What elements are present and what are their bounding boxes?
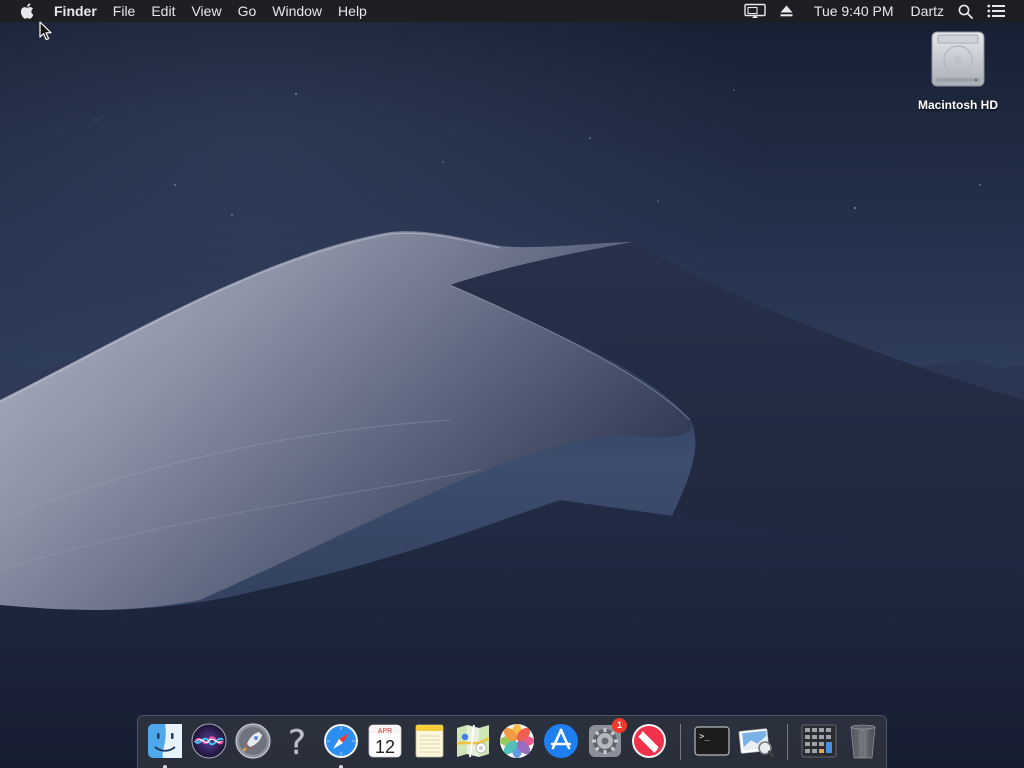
trash-icon <box>850 724 876 759</box>
menu-app-finder[interactable]: Finder <box>50 0 105 22</box>
terminal-icon: >_ <box>694 726 730 756</box>
menu-edit[interactable]: Edit <box>143 0 183 22</box>
dock-separator <box>680 724 681 760</box>
notification-badge: 1 <box>612 718 627 733</box>
desktop-icon-label: Macintosh HD <box>917 98 998 112</box>
calendar-month: APR <box>378 728 392 735</box>
dock-item-app-store[interactable] <box>539 719 583 763</box>
menu-file[interactable]: File <box>105 0 144 22</box>
dock-item-calendar[interactable]: APR 12 <box>363 719 407 763</box>
menu-bar-status-area: Tue 9:40 PM Dartz <box>737 0 1024 22</box>
siri-icon <box>191 723 227 759</box>
launchpad-rocket-icon <box>235 723 271 759</box>
menu-view[interactable]: View <box>183 0 229 22</box>
menu-bar: Finder File Edit View Go Window Help Tue… <box>0 0 1024 22</box>
menu-go[interactable]: Go <box>230 0 265 22</box>
finder-icon <box>148 724 182 758</box>
menu-bar-user[interactable]: Dartz <box>901 0 951 22</box>
dock-item-launchpad[interactable] <box>231 719 275 763</box>
maps-icon <box>456 724 490 758</box>
dock-item-notes[interactable] <box>407 719 451 763</box>
dock-item-trash[interactable] <box>841 719 885 763</box>
dock-item-siri[interactable] <box>187 719 231 763</box>
dock-item-downloads[interactable] <box>797 719 841 763</box>
app-store-icon <box>544 724 578 758</box>
dock-item-safari[interactable] <box>319 719 363 768</box>
hard-drive-icon <box>931 31 985 87</box>
dock: ? APR 12 1 >_ <box>137 715 887 768</box>
calendar-day: 12 <box>375 737 395 757</box>
safari-compass-icon <box>324 724 358 758</box>
menu-window[interactable]: Window <box>264 0 330 22</box>
dock-item-help[interactable]: ? <box>275 719 319 763</box>
terminal-prompt: >_ <box>699 732 710 742</box>
dock-item-system-preferences[interactable]: 1 <box>583 718 627 763</box>
spotlight-search-icon[interactable] <box>951 0 980 22</box>
dock-item-photos[interactable] <box>495 719 539 763</box>
dock-separator <box>787 724 788 760</box>
question-mark-icon: ? <box>288 723 307 760</box>
desktop-icon-macintosh-hd[interactable]: Macintosh HD <box>906 28 1010 112</box>
preview-icon <box>738 728 775 758</box>
notification-center-icon[interactable] <box>980 0 1012 22</box>
dock-item-finder[interactable] <box>143 719 187 768</box>
downloads-stack-icon <box>801 724 837 758</box>
svg-text:?: ? <box>288 723 306 760</box>
dock-item-preview[interactable] <box>734 719 778 763</box>
mouse-cursor-icon <box>39 21 52 41</box>
news-icon <box>632 724 666 758</box>
calendar-icon: APR 12 <box>368 724 402 758</box>
dock-item-terminal[interactable]: >_ <box>690 719 734 763</box>
apple-logo-icon[interactable] <box>16 0 38 22</box>
dock-item-news[interactable] <box>627 719 671 763</box>
desktop-wallpaper <box>0 0 1024 768</box>
photos-icon <box>500 724 534 758</box>
eject-icon[interactable] <box>773 0 800 22</box>
notes-icon <box>415 724 444 758</box>
menu-bar-clock[interactable]: Tue 9:40 PM <box>800 0 901 22</box>
menu-bar-left: Finder File Edit View Go Window Help <box>0 0 375 22</box>
airplay-display-icon[interactable] <box>737 0 773 22</box>
dock-item-maps[interactable] <box>451 719 495 763</box>
menu-help[interactable]: Help <box>330 0 375 22</box>
